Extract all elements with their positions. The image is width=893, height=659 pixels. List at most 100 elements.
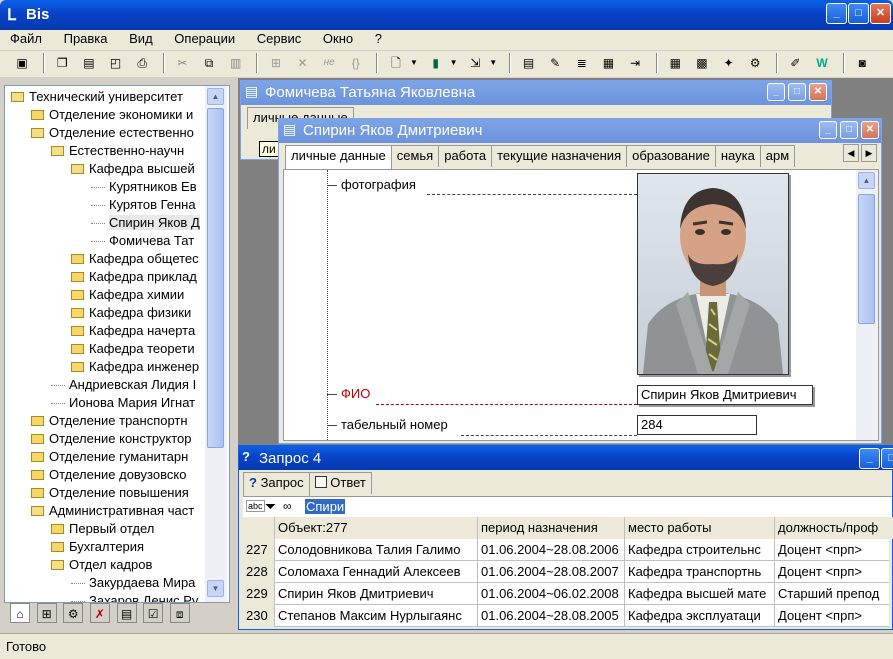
cell-place[interactable]: Кафедра эксплуатаци	[625, 605, 775, 627]
cut-icon[interactable]: ✂	[172, 53, 192, 73]
panel-tab-structure-icon[interactable]: ⌂	[10, 603, 30, 623]
filter-icon[interactable]: ⏷	[265, 498, 276, 515]
document-icon[interactable]: ▤	[519, 53, 539, 73]
cell-position[interactable]: Старший препод	[775, 583, 893, 605]
tab-query[interactable]: ? Запрос	[243, 472, 310, 496]
tab-scroll-right-icon[interactable]: ▶	[861, 144, 877, 162]
delete-icon[interactable]: ✕	[293, 53, 313, 73]
tree-view-icon[interactable]: ▣	[12, 53, 32, 73]
calculator-icon[interactable]: ▩	[692, 53, 712, 73]
abc-icon[interactable]: abc	[246, 500, 265, 512]
table-row[interactable]: 229 Спирин Яков Дмитриевич 01.06.2004~06.0…	[243, 583, 889, 605]
tab-scroll-left-icon[interactable]: ◀	[843, 144, 859, 162]
tree-item[interactable]: Естественно-научн	[51, 142, 184, 160]
cell-period[interactable]: 01.06.2004~06.02.2008	[478, 583, 625, 605]
tab-army[interactable]: арм	[759, 145, 796, 167]
cell-position[interactable]: Доцент <прп>	[775, 539, 893, 561]
table-row[interactable]: 230 Степанов Максим Нурлыгаянс 01.06.2004~…	[243, 605, 889, 627]
query-maximize-button[interactable]: □	[881, 448, 893, 469]
fomicheva-minimize-button[interactable]: _	[767, 83, 785, 101]
book-dropdown-icon[interactable]: ▼	[449, 53, 459, 73]
close-button[interactable]: ✕	[870, 3, 891, 24]
tab-current-assignments[interactable]: текущие назначения	[491, 145, 628, 167]
tree-item[interactable]: Отделение довузовско	[31, 466, 186, 484]
minimize-button[interactable]: _	[826, 3, 847, 24]
brackets-icon[interactable]: {}	[346, 53, 366, 73]
tree-item[interactable]: Курятников Ев	[91, 178, 197, 196]
cell-place[interactable]: Кафедра транспортнь	[625, 561, 775, 583]
tab-answer[interactable]: Ответ	[308, 472, 372, 494]
tree-item[interactable]: Кафедра высшей	[71, 160, 195, 178]
tree-item[interactable]: Отделение конструктор	[31, 430, 192, 448]
book-icon[interactable]: ▮	[426, 53, 446, 73]
stack-icon[interactable]: ≣	[572, 53, 592, 73]
panel-tab-gear-icon[interactable]: ⚙	[63, 603, 84, 623]
panel-tab-doc-icon[interactable]: ▤	[116, 603, 137, 623]
spirin-minimize-button[interactable]: _	[819, 121, 837, 139]
tree-item[interactable]: Отделение гуманитарн	[31, 448, 188, 466]
tree-scrollbar[interactable]: ▲ ▼	[205, 86, 227, 602]
tree-item[interactable]: Кафедра теорети	[71, 340, 195, 358]
spirin-close-button[interactable]: ✕	[861, 121, 879, 139]
preview-icon[interactable]: ◰	[106, 53, 126, 73]
tab-work[interactable]: работа	[438, 145, 493, 167]
form-icon[interactable]: ✐	[785, 53, 805, 73]
row-number[interactable]: 228	[243, 561, 275, 583]
tree-item[interactable]: Технический университет	[11, 88, 183, 106]
row-number[interactable]: 229	[243, 583, 275, 605]
header-place[interactable]: место работы	[625, 517, 775, 539]
tab-number-field[interactable]: 284	[637, 415, 757, 435]
tree-item[interactable]: Отделение экономики и	[31, 106, 193, 124]
table-icon[interactable]: ▦	[665, 53, 685, 73]
tree-item[interactable]: Бухгалтерия	[51, 538, 144, 556]
settings-icon[interactable]: ⚙	[745, 53, 765, 73]
spirin-maximize-button[interactable]: □	[840, 121, 858, 139]
copy-icon[interactable]: ⧉	[199, 53, 219, 73]
tab-education[interactable]: образование	[626, 145, 716, 167]
cell-period[interactable]: 01.06.2004~28.08.2006	[478, 539, 625, 561]
tab-personal[interactable]: личные данные	[285, 145, 392, 169]
tree-item[interactable]: Административная част	[31, 502, 194, 520]
new-folder-icon[interactable]: ✦	[719, 53, 739, 73]
tree-item[interactable]: Андриевская Лидия I	[51, 376, 196, 394]
tree-add-icon[interactable]: ⊞	[266, 53, 286, 73]
menu-help[interactable]: ?	[375, 31, 382, 46]
scroll-up-icon[interactable]: ▲	[858, 172, 875, 189]
tree-item[interactable]: Кафедра приклад	[71, 268, 197, 286]
cell-period[interactable]: 01.06.2004~28.08.2005	[478, 605, 625, 627]
scroll-thumb[interactable]	[858, 194, 875, 324]
word-icon[interactable]: W	[812, 53, 832, 73]
cell-period[interactable]: 01.06.2004~28.08.2007	[478, 561, 625, 583]
camera-icon[interactable]: ◙	[852, 53, 872, 73]
cell-place[interactable]: Кафедра строительнс	[625, 539, 775, 561]
scroll-up-icon[interactable]: ▲	[207, 88, 224, 105]
edit-doc-icon[interactable]: ✎	[545, 53, 565, 73]
scroll-down-icon[interactable]: ▼	[207, 580, 224, 597]
menu-operations[interactable]: Операции	[174, 31, 235, 46]
tree-item[interactable]: Отделение повышения	[31, 484, 189, 502]
tree-item[interactable]: Курятов Генна	[91, 196, 196, 214]
fomicheva-close-button[interactable]: ✕	[809, 83, 827, 101]
tree-item[interactable]: Отделение естественно	[31, 124, 194, 142]
tree-item[interactable]: Первый отдел	[51, 520, 154, 538]
filter-input[interactable]: Спири	[305, 499, 346, 514]
copy-doc-icon[interactable]: ❐	[52, 53, 72, 73]
menu-view[interactable]: Вид	[129, 31, 153, 46]
tab-family[interactable]: семья	[390, 145, 440, 167]
not-icon[interactable]: не	[319, 53, 339, 73]
cell-position[interactable]: Доцент <прп>	[775, 561, 893, 583]
link-icon[interactable]: ⇲	[465, 53, 485, 73]
paste-icon[interactable]: ▥	[226, 53, 246, 73]
panel-tab-network-icon[interactable]: ⧈	[169, 603, 190, 623]
cell-name[interactable]: Солодовникова Талия Галимо	[275, 539, 478, 561]
save-doc-icon[interactable]: ▤	[79, 53, 99, 73]
fio-field[interactable]: Спирин Яков Дмитриевич	[637, 385, 813, 405]
fomicheva-maximize-button[interactable]: □	[788, 83, 806, 101]
tree-item[interactable]: Спирин Яков Д	[91, 214, 200, 232]
print-icon[interactable]: ⎙	[132, 53, 152, 73]
header-period[interactable]: период назначения	[478, 517, 625, 539]
cell-position[interactable]: Доцент <прп>	[775, 605, 893, 627]
menu-service[interactable]: Сервис	[257, 31, 302, 46]
window-spirin[interactable]: ▤ Спирин Яков Дмитриевич _ □ ✕ личные да…	[278, 118, 882, 444]
link-dropdown-icon[interactable]: ▼	[488, 53, 498, 73]
